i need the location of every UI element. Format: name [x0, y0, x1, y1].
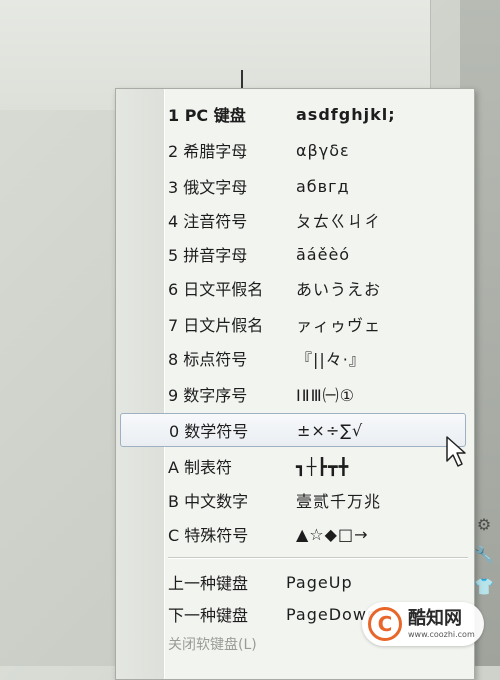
menu-item-label: 关闭软键盘(L) [168, 637, 257, 653]
menu-item-pc-keyboard[interactable]: 1 PC 键盘 asdfghjkl; [168, 97, 468, 131]
gear-icon[interactable]: ⚙ [472, 512, 496, 536]
menu-item-number-sequence[interactable]: 9 数字序号 ⅠⅡⅢ㈠① [168, 377, 468, 411]
menu-item-label: 7 日文片假名 [168, 316, 264, 335]
menu-item-label: 上一种键盘 [168, 574, 249, 593]
menu-item-sample: asdfghjkl; [296, 104, 396, 124]
menu-item-sample: αβγδε [296, 140, 350, 160]
menu-item-label: C 特殊符号 [168, 526, 249, 545]
menu-item-label: 6 日文平假名 [168, 280, 264, 299]
menu-item-sample: абвгд [296, 176, 350, 196]
menu-item-label: 4 注音符号 [168, 212, 248, 231]
menu-item-sample: ┓┼┣┳╋ [296, 456, 350, 476]
menu-separator [168, 557, 468, 559]
menu-item-zhuyin[interactable]: 4 注音符号 ㄆㄊㄍㄐㄔ [168, 203, 468, 237]
menu-item-sample: 『||々·』 [296, 350, 366, 369]
menu-gutter [116, 89, 165, 679]
menu-item-sample: 壹贰千万兆 [296, 492, 382, 511]
menu-item-greek[interactable]: 2 希腊字母 αβγδε [168, 133, 468, 167]
menu-item-chinese-numerals[interactable]: B 中文数字 壹贰千万兆 [168, 483, 468, 517]
menu-item-sample: あいうえお [296, 280, 382, 299]
menu-item-sample: ±×÷∑√ [297, 420, 364, 440]
menu-item-katakana[interactable]: 7 日文片假名 ァィゥヴェ [168, 307, 468, 341]
menu-item-math-symbols[interactable]: 0 数学符号 ±×÷∑√ [120, 413, 466, 447]
watermark-logo: C [368, 607, 402, 641]
menu-item-sample: ㄆㄊㄍㄐㄔ [296, 212, 382, 231]
menu-item-label: 下一种键盘 [168, 606, 249, 625]
menu-item-russian[interactable]: 3 俄文字母 абвгд [168, 169, 468, 203]
watermark: C 酷知网 www.coozhi.com [362, 602, 484, 646]
menu-item-sample: ⅠⅡⅢ㈠① [296, 386, 355, 405]
wrench-icon[interactable]: 🔧 [472, 542, 496, 566]
menu-item-tab-chars[interactable]: A 制表符 ┓┼┣┳╋ [168, 449, 468, 483]
soft-keyboard-menu: 1 PC 键盘 asdfghjkl; 2 希腊字母 αβγδε 3 俄文字母 а… [115, 88, 475, 680]
menu-item-label: 0 数学符号 [169, 422, 249, 441]
menu-item-label: B 中文数字 [168, 492, 249, 511]
mouse-pointer-icon [446, 436, 466, 467]
menu-item-sample: ァィゥヴェ [296, 316, 382, 335]
menu-item-shortcut: PageUp [286, 572, 353, 592]
watermark-url: www.coozhi.com [408, 629, 475, 639]
menu-item-prev-keyboard[interactable]: 上一种键盘 PageUp [168, 565, 468, 599]
menu-item-label: 5 拼音字母 [168, 246, 248, 265]
shirt-icon[interactable]: 👕 [472, 574, 496, 598]
menu-item-label: 1 PC 键盘 [168, 106, 246, 125]
menu-item-label: A 制表符 [168, 458, 233, 477]
menu-item-sample: ▲☆◆□→ [296, 524, 369, 544]
watermark-name: 酷知网 [408, 607, 462, 629]
menu-item-hiragana[interactable]: 6 日文平假名 あいうえお [168, 271, 468, 305]
menu-item-pinyin[interactable]: 5 拼音字母 āáěèó [168, 237, 468, 271]
menu-item-label: 3 俄文字母 [168, 178, 248, 197]
menu-item-label: 2 希腊字母 [168, 142, 248, 161]
menu-item-label: 8 标点符号 [168, 350, 248, 369]
menu-item-label: 9 数字序号 [168, 386, 248, 405]
menu-item-sample: āáěèó [296, 244, 351, 264]
menu-item-punctuation[interactable]: 8 标点符号 『||々·』 [168, 341, 468, 375]
menu-item-special-symbols[interactable]: C 特殊符号 ▲☆◆□→ [168, 517, 468, 551]
